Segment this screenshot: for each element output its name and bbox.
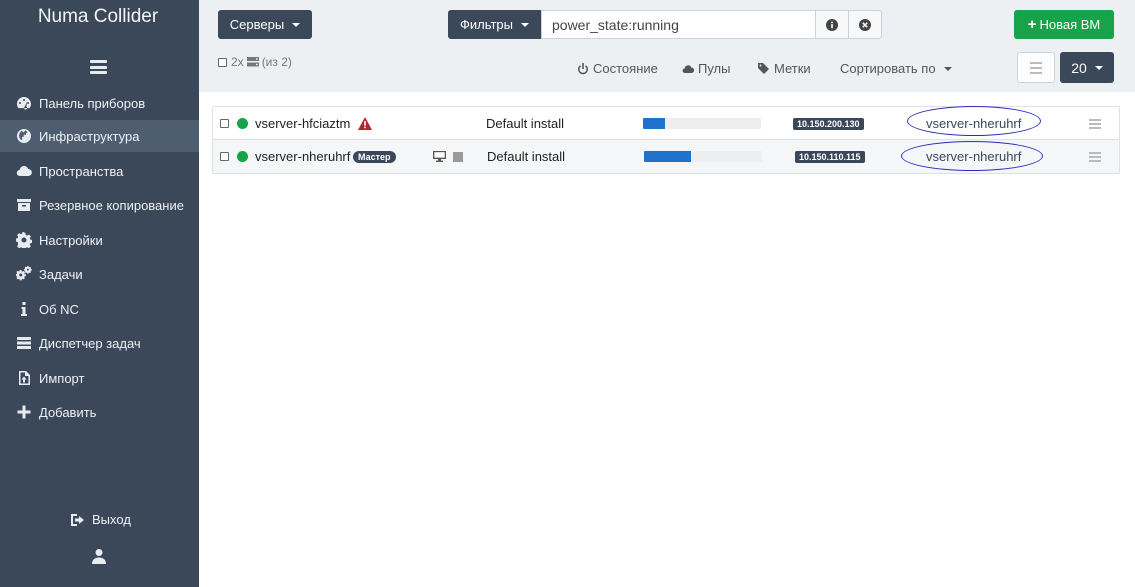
caret-down-icon xyxy=(521,22,529,27)
ip-address-badge: 10.150.200.130 xyxy=(793,118,864,130)
usage-progress-bar xyxy=(643,118,761,129)
sidebar-item-label: Настройки xyxy=(39,232,103,248)
console-icon[interactable] xyxy=(433,151,446,162)
globe-icon xyxy=(15,127,33,145)
stop-icon[interactable] xyxy=(453,152,463,162)
tasks-icon xyxy=(15,334,33,352)
warning-icon xyxy=(358,117,372,130)
row-checkbox[interactable] xyxy=(220,152,229,161)
archive-icon xyxy=(15,196,33,214)
page-size-value: 20 xyxy=(1071,59,1087,76)
cloud-icon xyxy=(682,64,694,73)
usage-progress-fill xyxy=(643,118,666,129)
state-filter-label: Состояние xyxy=(593,61,658,76)
vm-list: vserver-hfciaztm Default install 10.150.… xyxy=(212,106,1120,174)
state-filter-button[interactable]: Состояние xyxy=(577,61,658,76)
vm-name-link[interactable]: vserver-nheruhrf xyxy=(255,149,350,164)
gears-icon xyxy=(15,265,33,283)
vm-description[interactable]: Default install xyxy=(486,116,564,131)
close-circle-icon xyxy=(859,18,871,31)
app-title: Numa Collider xyxy=(37,6,159,27)
info-circle-icon xyxy=(826,18,838,31)
server-icon xyxy=(246,57,259,67)
row-checkbox[interactable] xyxy=(220,119,229,128)
pools-filter-label: Пулы xyxy=(698,61,731,76)
vm-name-link[interactable]: vserver-hfciaztm xyxy=(255,116,350,131)
sidebar-item-backup[interactable]: Резервное копирование xyxy=(0,189,199,221)
host-link[interactable]: vserver-nheruhrf xyxy=(926,116,1021,131)
row-menu-icon[interactable] xyxy=(1089,152,1101,164)
sidebar-item-label: Об NC xyxy=(39,301,79,317)
sort-label: Сортировать по xyxy=(840,61,936,76)
sidebar-item-settings[interactable]: Настройки xyxy=(0,224,199,256)
clear-filter-button[interactable] xyxy=(848,10,882,39)
sidebar-item-dashboard[interactable]: Панель приборов xyxy=(0,87,199,119)
dashboard-icon xyxy=(15,94,33,112)
usage-progress-fill xyxy=(644,151,692,162)
caret-down-icon xyxy=(292,22,301,27)
sidebar-item-label: Пространства xyxy=(39,163,124,179)
sidebar-item-label: Добавить xyxy=(39,404,97,420)
sign-out-icon xyxy=(71,513,84,526)
new-vm-button[interactable]: + Новая ВМ xyxy=(1014,10,1114,39)
logout-label: Выход xyxy=(92,512,131,527)
sidebar-item-label: Диспетчер задач xyxy=(39,335,141,351)
type-dropdown-label: Серверы xyxy=(229,17,285,32)
sidebar: Numa Collider Панель приборов Инфраструк… xyxy=(0,0,199,587)
row-menu-icon[interactable] xyxy=(1089,119,1101,131)
power-icon xyxy=(578,62,588,74)
usage-progress-bar xyxy=(644,151,762,162)
tags-filter-label: Метки xyxy=(774,61,811,76)
tags-icon xyxy=(758,62,769,74)
new-vm-label: Новая ВМ xyxy=(1039,17,1101,32)
sidebar-item-spaces[interactable]: Пространства xyxy=(0,155,199,187)
type-dropdown[interactable]: Серверы xyxy=(218,10,312,39)
sidebar-item-label: Инфраструктура xyxy=(39,128,140,144)
master-badge: Мастер xyxy=(353,151,396,163)
filter-info-button[interactable] xyxy=(815,10,849,39)
caret-down-icon xyxy=(1094,65,1103,70)
table-row[interactable]: vserver-nheruhrf Мастер Default install … xyxy=(213,140,1119,173)
filters-button[interactable]: Фильтры xyxy=(448,10,541,39)
menu-toggle-icon[interactable] xyxy=(90,60,107,74)
sidebar-item-label: Резервное копирование xyxy=(39,197,184,213)
selection-count: 2x xyxy=(231,55,244,69)
sidebar-item-add[interactable]: Добавить xyxy=(0,396,199,428)
tags-filter-button[interactable]: Метки xyxy=(758,61,811,76)
select-all: 2x (из 2) xyxy=(218,55,292,69)
sidebar-item-about[interactable]: Об NC xyxy=(0,293,199,325)
view-toggle-button[interactable] xyxy=(1017,52,1055,83)
plus-icon: + xyxy=(1027,16,1037,33)
sidebar-item-label: Панель приборов xyxy=(39,95,146,111)
table-row[interactable]: vserver-hfciaztm Default install 10.150.… xyxy=(213,106,1119,140)
file-import-icon xyxy=(15,369,33,387)
search-input[interactable] xyxy=(541,10,817,39)
select-all-checkbox[interactable] xyxy=(218,57,227,67)
selection-total: (из 2) xyxy=(261,55,292,69)
sidebar-item-import[interactable]: Импорт xyxy=(0,362,199,394)
sidebar-item-label: Задачи xyxy=(39,266,83,282)
pools-filter-button[interactable]: Пулы xyxy=(682,61,731,76)
cloud-icon xyxy=(15,162,33,180)
filters-label: Фильтры xyxy=(459,17,513,32)
host-link[interactable]: vserver-nheruhrf xyxy=(926,149,1021,164)
running-status-icon xyxy=(237,118,248,129)
logout-button[interactable]: Выход xyxy=(70,512,131,527)
list-icon xyxy=(1030,60,1042,75)
gear-icon xyxy=(15,231,33,249)
user-icon[interactable] xyxy=(92,548,106,564)
page-size-dropdown[interactable]: 20 xyxy=(1060,52,1114,83)
plus-icon xyxy=(15,403,33,421)
ip-address-badge: 10.150.110.115 xyxy=(795,151,865,163)
sidebar-item-jobs[interactable]: Задачи xyxy=(0,258,199,290)
vm-description[interactable]: Default install xyxy=(487,149,565,164)
running-status-icon xyxy=(237,151,248,162)
caret-down-icon xyxy=(943,66,952,71)
sort-dropdown[interactable]: Сортировать по xyxy=(840,61,952,76)
sidebar-item-infrastructure[interactable]: Инфраструктура xyxy=(0,120,199,152)
info-icon xyxy=(15,300,33,318)
sidebar-item-task-manager[interactable]: Диспетчер задач xyxy=(0,327,199,359)
sidebar-item-label: Импорт xyxy=(39,370,85,386)
